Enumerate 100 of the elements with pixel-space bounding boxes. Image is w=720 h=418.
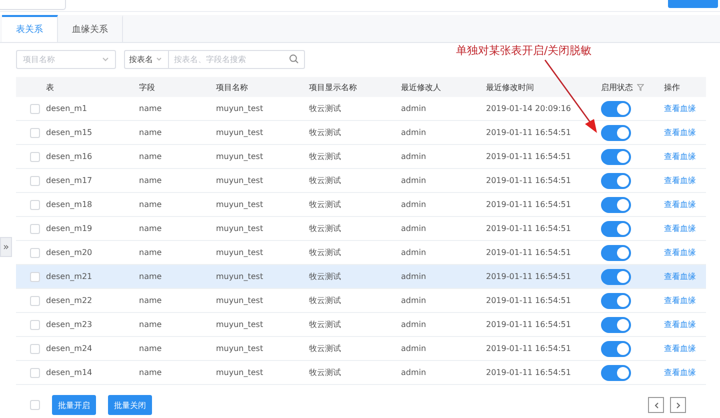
view-lineage-link[interactable]: 查看血缘: [664, 103, 706, 114]
table-cell-text: 2019-01-11 16:54:51: [486, 248, 572, 257]
table-cell-text: desen_m21: [46, 272, 94, 281]
view-lineage-link[interactable]: 查看血缘: [664, 127, 706, 138]
toggle-switch[interactable]: [601, 268, 631, 284]
table-cell-text: 牧云测试: [309, 175, 342, 186]
table-cell-text: 牧云测试: [309, 223, 342, 234]
column-header: 项目显示名称: [309, 82, 357, 92]
table-cell-text: muyun_test: [216, 104, 264, 113]
checkbox[interactable]: [30, 176, 40, 186]
checkbox[interactable]: [30, 400, 40, 410]
toggle-switch[interactable]: [601, 148, 631, 164]
page-button[interactable]: [648, 397, 664, 413]
column-header: 最近修改时间: [486, 82, 534, 92]
project-select[interactable]: 项目名称: [16, 50, 116, 68]
table-cell-text: 牧云测试: [309, 151, 342, 162]
table-cell-text: muyun_test: [216, 272, 264, 281]
table-cell-text: name: [139, 368, 163, 377]
checkbox[interactable]: [30, 152, 40, 162]
checkbox[interactable]: [30, 224, 40, 234]
input-field[interactable]: [0, 0, 66, 10]
table-cell-text: name: [139, 200, 163, 209]
column-header: 表: [46, 82, 54, 92]
expand-handle[interactable]: »: [0, 237, 12, 257]
chevron-down-icon: [102, 56, 109, 62]
toggle-switch[interactable]: [601, 244, 631, 260]
checkbox[interactable]: [30, 296, 40, 306]
table-cell-text: 2019-01-11 16:54:51: [486, 272, 572, 281]
table-cell-text: muyun_test: [216, 128, 264, 137]
filter-icon[interactable]: [637, 84, 644, 90]
table-cell-text: muyun_test: [216, 344, 264, 353]
table-cell-text: desen_m17: [46, 176, 94, 185]
toggle-switch[interactable]: [601, 172, 631, 188]
batch-button[interactable]: 批量开启: [52, 395, 96, 415]
view-lineage-link[interactable]: 查看血缘: [664, 319, 706, 330]
checkbox[interactable]: [30, 248, 40, 258]
view-lineage-link[interactable]: 查看血缘: [664, 223, 706, 234]
annotation-text: 单独对某张表开启/关闭脱敏: [456, 43, 592, 58]
table-cell-text: muyun_test: [216, 200, 264, 209]
table-cell-text: 牧云测试: [309, 319, 342, 330]
view-lineage-link[interactable]: 查看血缘: [664, 295, 706, 306]
table-cell-text: admin: [401, 368, 428, 377]
table-cell-text: admin: [401, 152, 428, 161]
toggle-switch[interactable]: [601, 316, 631, 332]
toggle-switch[interactable]: [601, 364, 631, 380]
table-cell-text: name: [139, 224, 163, 233]
table-cell-text: admin: [401, 320, 428, 329]
view-lineage-link[interactable]: 查看血缘: [664, 199, 706, 210]
table-cell-text: 牧云测试: [309, 199, 342, 210]
table-cell-text: 牧云测试: [309, 127, 342, 138]
table-cell-text: 2019-01-11 16:54:51: [486, 224, 572, 233]
table-cell-text: muyun_test: [216, 368, 264, 377]
table-cell-text: desen_m22: [46, 296, 94, 305]
checkbox[interactable]: [30, 272, 40, 282]
column-header: 最近修改人: [401, 82, 441, 92]
column-header: 操作: [664, 82, 680, 92]
table-cell-text: 2019-01-11 16:54:51: [486, 200, 572, 209]
toggle-switch[interactable]: [601, 196, 631, 212]
table-cell-text: admin: [401, 344, 428, 353]
batch-button[interactable]: 批量关闭: [108, 395, 152, 415]
table-cell-text: 2019-01-11 16:54:51: [486, 344, 572, 353]
table-cell-text: 牧云测试: [309, 271, 342, 282]
toggle-switch[interactable]: [601, 292, 631, 308]
table-cell-text: name: [139, 128, 163, 137]
view-lineage-link[interactable]: 查看血缘: [664, 247, 706, 258]
table-cell-text: name: [139, 248, 163, 257]
view-lineage-link[interactable]: 查看血缘: [664, 151, 706, 162]
chevron-left-icon: [654, 402, 658, 408]
view-lineage-link[interactable]: 查看血缘: [664, 343, 706, 354]
column-header: 启用状态: [601, 82, 633, 92]
toggle-switch[interactable]: [601, 124, 631, 140]
column-header: 字段: [139, 82, 155, 92]
table-cell-text: desen_m16: [46, 152, 94, 161]
page-button[interactable]: [670, 397, 686, 413]
toggle-switch[interactable]: [601, 340, 631, 356]
table-cell-text: name: [139, 296, 163, 305]
checkbox[interactable]: [30, 200, 40, 210]
table-cell-text: muyun_test: [216, 224, 264, 233]
table-cell-text: admin: [401, 248, 428, 257]
table-cell-text: 牧云测试: [309, 295, 342, 306]
table-cell-text: admin: [401, 104, 428, 113]
table-cell-text: muyun_test: [216, 320, 264, 329]
checkbox[interactable]: [30, 128, 40, 138]
table-cell-text: desen_m20: [46, 248, 94, 257]
view-lineage-link[interactable]: 查看血缘: [664, 271, 706, 282]
checkbox[interactable]: [30, 104, 40, 114]
view-lineage-link[interactable]: 查看血缘: [664, 367, 706, 378]
toggle-switch[interactable]: [601, 220, 631, 236]
checkbox[interactable]: [30, 368, 40, 378]
view-lineage-link[interactable]: 查看血缘: [664, 175, 706, 186]
table-cell-text: 2019-01-11 16:54:51: [486, 320, 572, 329]
table-cell-text: desen_m19: [46, 224, 94, 233]
table-cell-text: admin: [401, 224, 428, 233]
checkbox[interactable]: [30, 344, 40, 354]
checkbox[interactable]: [30, 320, 40, 330]
table-row[interactable]: desen_m21 name muyun_test 牧云测试 admin 2019-01-11 16:54:51 查看血缘: [16, 265, 706, 289]
table-cell-text: name: [139, 344, 163, 353]
tab[interactable]: 表关系: [2, 15, 58, 42]
table-cell-text: 2019-01-11 16:54:51: [486, 128, 572, 137]
toggle-switch[interactable]: [601, 100, 631, 116]
